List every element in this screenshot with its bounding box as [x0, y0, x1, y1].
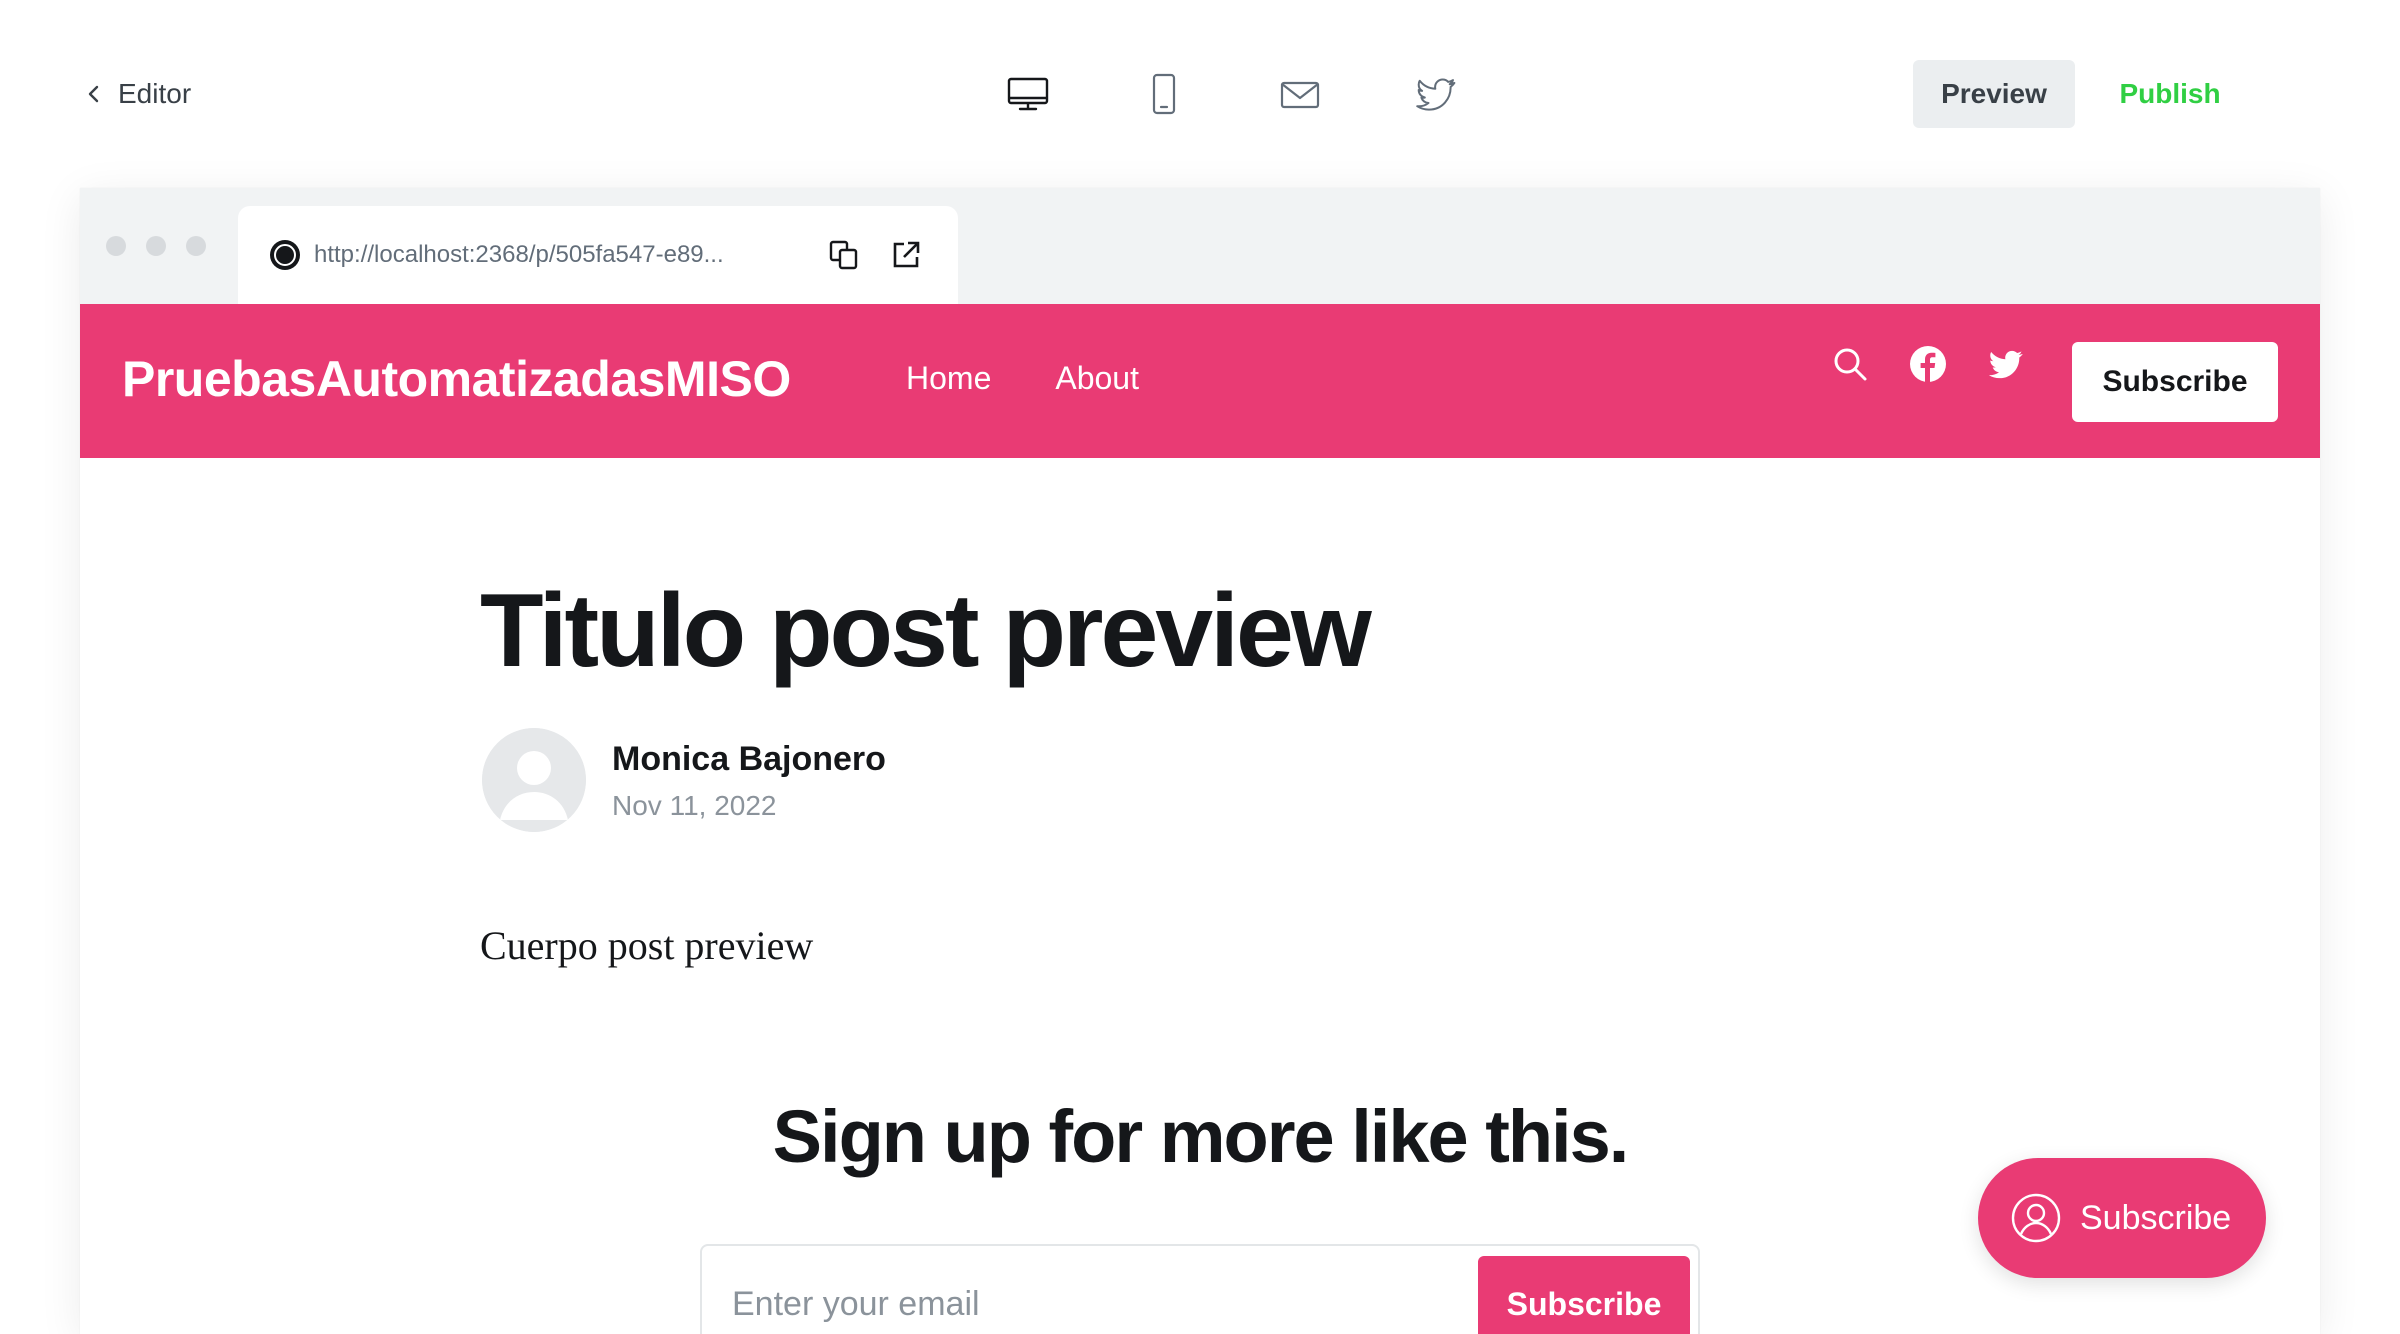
preview-url[interactable]: http://localhost:2368/p/505fa547-e89... [314, 241, 799, 269]
copy-icon[interactable] [827, 238, 861, 272]
nav-item-home[interactable]: Home [906, 360, 991, 397]
chevron-left-icon [88, 85, 99, 103]
post-body: Cuerpo post preview [480, 923, 814, 968]
window-dot [106, 236, 126, 256]
editor-topbar: Editor Preview Publish [0, 0, 2400, 186]
post-title: Titulo post preview [480, 573, 1372, 689]
browser-chrome: http://localhost:2368/p/505fa547-e89... [80, 188, 2320, 304]
desktop-preview-button[interactable] [960, 64, 1096, 124]
email-preview-button[interactable] [1232, 64, 1368, 124]
window-dot [186, 236, 206, 256]
twitter-preview-button[interactable] [1368, 64, 1504, 124]
site-nav: Home About [906, 360, 1139, 397]
email-field[interactable] [702, 1246, 1462, 1334]
user-circle-icon [2011, 1193, 2061, 1243]
mobile-icon [1152, 73, 1176, 115]
window-dot [146, 236, 166, 256]
mobile-preview-button[interactable] [1096, 64, 1232, 124]
publish-button[interactable]: Publish [2100, 60, 2240, 128]
window-controls [106, 236, 206, 256]
desktop-icon [1007, 77, 1049, 111]
signup-form: Subscribe [700, 1244, 1700, 1334]
site-title[interactable]: PruebasAutomatizadasMISO [122, 350, 791, 408]
back-label: Editor [118, 78, 192, 109]
user-placeholder-icon [482, 728, 586, 832]
signup-heading: Sign up for more like this. [772, 1095, 1630, 1178]
nav-item-about[interactable]: About [1055, 360, 1139, 397]
device-switcher [960, 64, 1504, 124]
signup-subscribe-button[interactable]: Subscribe [1478, 1256, 1690, 1334]
avatar[interactable] [482, 728, 586, 832]
post-date: Nov 11, 2022 [612, 790, 777, 821]
back-to-editor-link[interactable]: Editor [84, 72, 191, 116]
url-tab: http://localhost:2368/p/505fa547-e89... [238, 206, 958, 304]
site-favicon-icon [270, 240, 300, 270]
site-header: PruebasAutomatizadasMISO Home About Subs… [80, 304, 2320, 458]
twitter-icon [1416, 78, 1456, 111]
floating-subscribe-button[interactable]: Subscribe [1978, 1158, 2266, 1278]
search-icon[interactable] [1830, 344, 1870, 384]
author-name[interactable]: Monica Bajonero [612, 740, 886, 779]
facebook-icon[interactable] [1908, 344, 1948, 384]
twitter-icon[interactable] [1986, 344, 2026, 384]
external-link-icon[interactable] [889, 238, 923, 272]
browser-preview-frame: http://localhost:2368/p/505fa547-e89... … [80, 188, 2320, 1334]
mail-icon [1280, 81, 1320, 109]
preview-button[interactable]: Preview [1913, 60, 2075, 128]
floating-subscribe-label: Subscribe [2080, 1198, 2232, 1237]
header-subscribe-button[interactable]: Subscribe [2072, 342, 2278, 422]
header-icons [1830, 344, 2026, 384]
